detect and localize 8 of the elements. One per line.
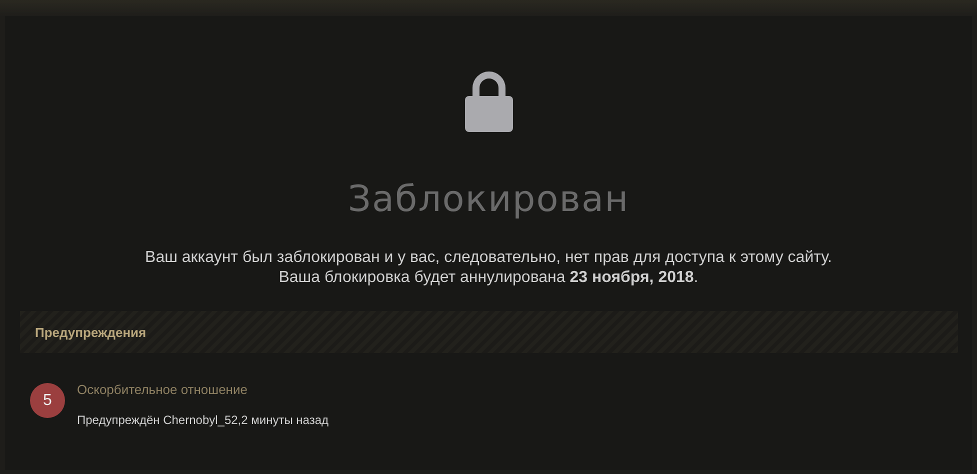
- warning-reason: Оскорбительное отношение: [77, 382, 248, 397]
- points-badge: 5: [30, 383, 65, 418]
- lock-icon: [464, 70, 512, 132]
- block-message: Ваша блокировка будет аннулирована 23 ноября, 2018.: [278, 268, 698, 288]
- blocked-title: Заблокирован: [348, 178, 630, 222]
- warnings-title: Предупреждения: [35, 324, 146, 340]
- block-message: Ваш аккаунт был заблокирован и у вас, следовательно, нет прав для доступа к этому сайту.: [145, 248, 832, 268]
- warning-detail: Предупреждён Chernobyl_52,2 минуты назад: [77, 413, 329, 427]
